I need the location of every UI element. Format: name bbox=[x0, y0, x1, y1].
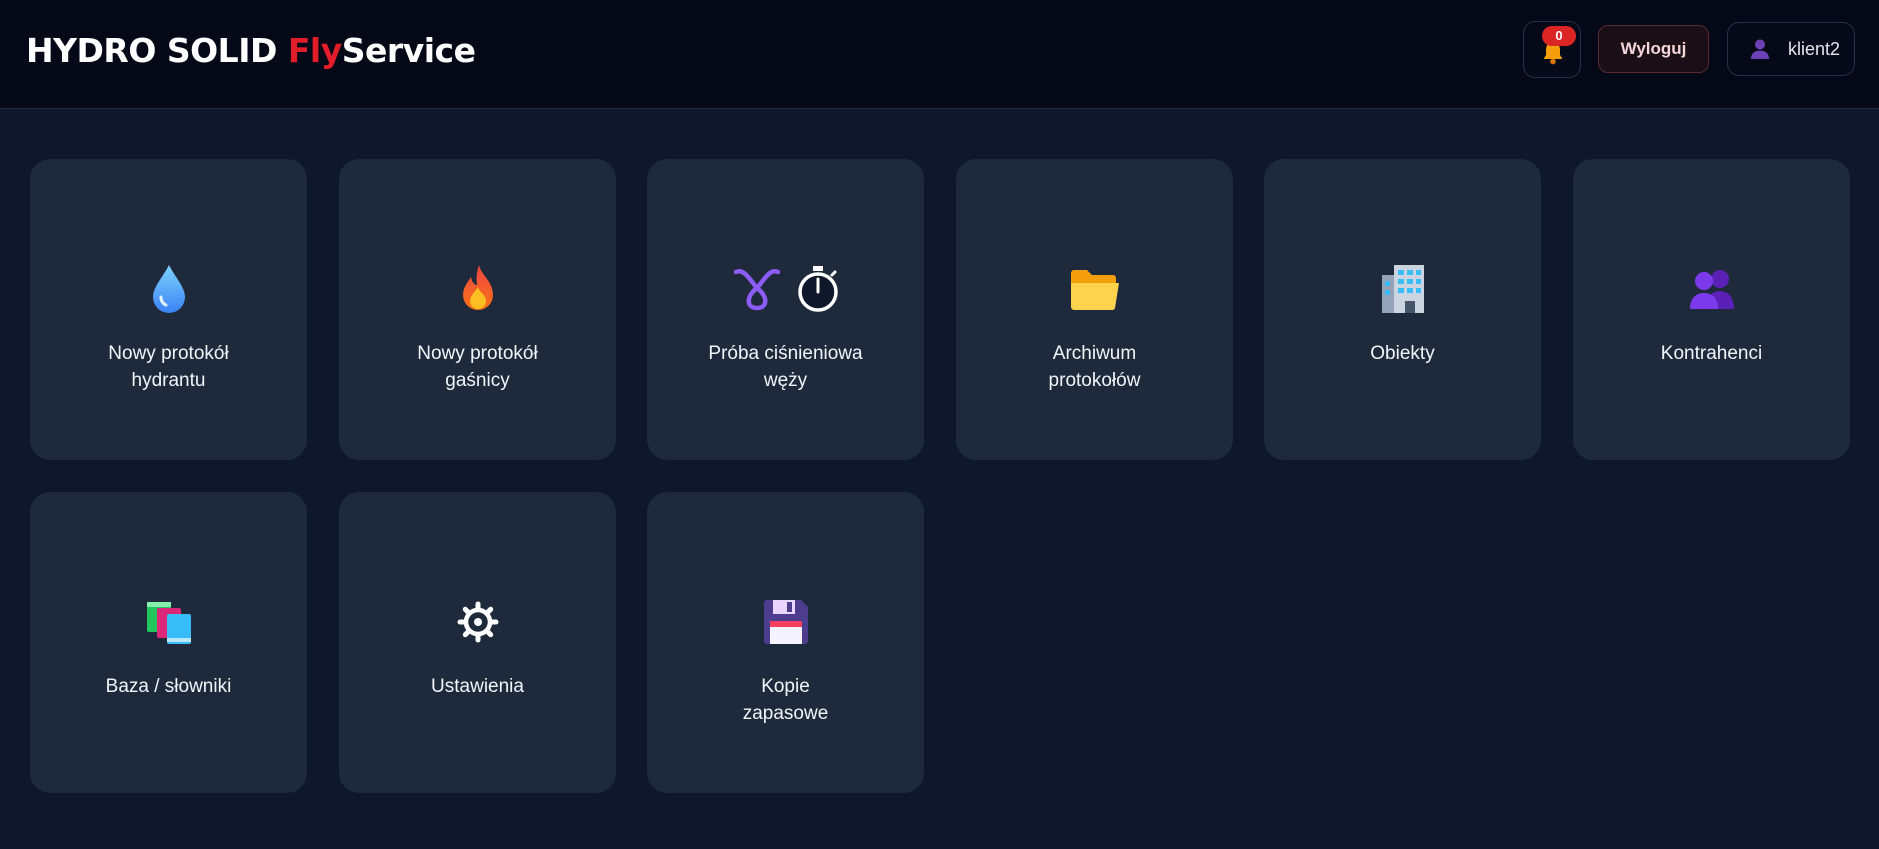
hose-loop-icon bbox=[733, 268, 780, 311]
app-logo[interactable]: HYDRO SOLID FlyService bbox=[26, 30, 476, 72]
tile-label: Archiwum protokołów bbox=[1048, 343, 1141, 391]
fire-icon bbox=[462, 265, 493, 310]
droplet-icon bbox=[152, 265, 185, 313]
gear-icon bbox=[457, 601, 498, 643]
tile-label: Kontrahenci bbox=[1660, 343, 1763, 364]
tile-database-dictionaries[interactable]: Baza / słowniki bbox=[30, 492, 307, 793]
tile-label: Kopie zapasowe bbox=[742, 676, 829, 724]
users-icon bbox=[1689, 270, 1734, 309]
user-icon bbox=[1751, 39, 1769, 59]
tile-contractors[interactable]: Kontrahenci bbox=[1573, 159, 1850, 460]
logout-button[interactable]: Wyloguj bbox=[1598, 25, 1709, 73]
stopwatch-icon bbox=[797, 266, 838, 312]
top-bar: HYDRO SOLID FlyService 0 Wyloguj klient2 bbox=[0, 0, 1879, 109]
tile-new-extinguisher-protocol[interactable]: Nowy protokół gaśnicy bbox=[339, 159, 616, 460]
brand-fly: Fly bbox=[287, 31, 342, 70]
brand-service: Service bbox=[341, 31, 476, 70]
books-icon bbox=[146, 602, 191, 644]
notification-badge: 0 bbox=[1542, 26, 1576, 46]
tile-label: Próba ciśnieniowa węży bbox=[708, 343, 863, 391]
notifications-button[interactable]: 0 bbox=[1523, 21, 1581, 78]
tile-backups[interactable]: Kopie zapasowe bbox=[647, 492, 924, 793]
tile-protocol-archive[interactable]: Archiwum protokołów bbox=[956, 159, 1233, 460]
tile-new-hydrant-protocol[interactable]: Nowy protokół hydrantu bbox=[30, 159, 307, 460]
tile-label: Nowy protokół gaśnicy bbox=[417, 343, 538, 391]
username: klient2 bbox=[1788, 38, 1841, 59]
user-menu-button[interactable]: klient2 bbox=[1727, 22, 1855, 76]
tile-label: Nowy protokół hydrantu bbox=[108, 343, 229, 391]
tile-label: Baza / słowniki bbox=[105, 676, 232, 697]
floppy-disk-icon bbox=[763, 600, 808, 644]
tile-label: Obiekty bbox=[1370, 343, 1435, 364]
tile-label: Ustawienia bbox=[431, 676, 524, 697]
tile-hose-pressure-test[interactable]: Próba ciśnieniowa węży bbox=[647, 159, 924, 460]
brand-main: HYDRO SOLID bbox=[26, 31, 277, 70]
building-icon bbox=[1381, 265, 1424, 313]
tile-objects[interactable]: Obiekty bbox=[1264, 159, 1541, 460]
folder-icon bbox=[1070, 270, 1119, 311]
tile-settings[interactable]: Ustawienia bbox=[339, 492, 616, 793]
